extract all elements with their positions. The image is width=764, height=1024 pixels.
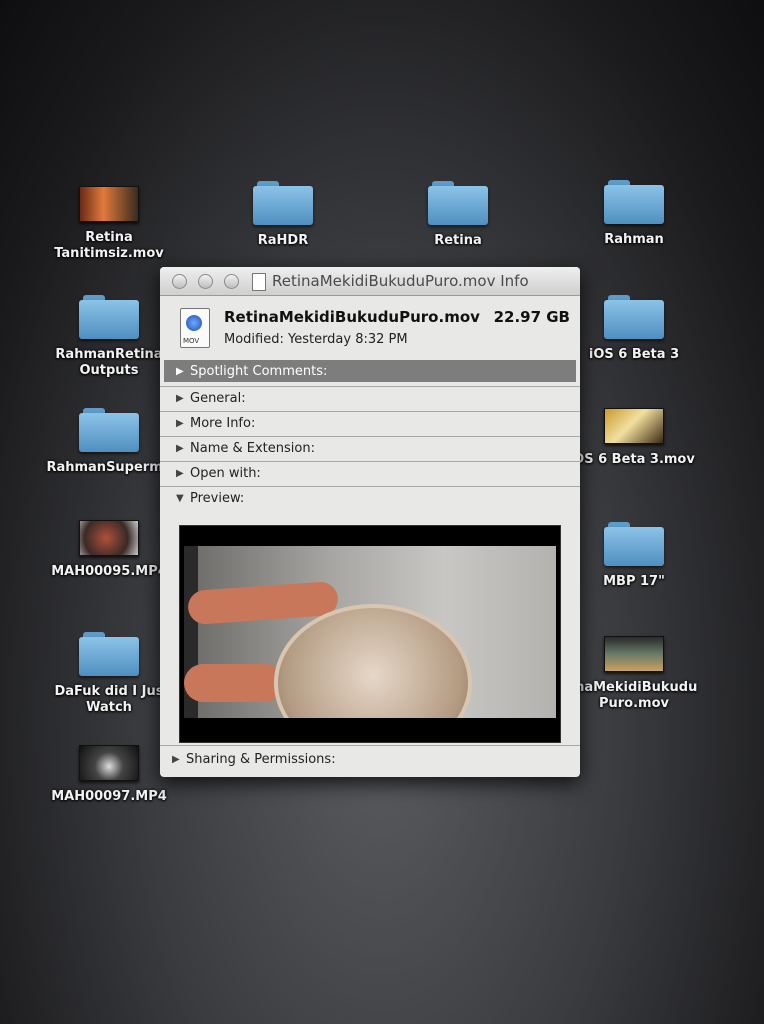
movie-thumbnail-icon (79, 520, 139, 556)
section-general[interactable]: ▶ General: (160, 387, 580, 412)
section-more-info[interactable]: ▶ More Info: (160, 412, 580, 437)
file-size: 22.97 GB (493, 308, 570, 326)
section-label: More Info: (190, 416, 256, 431)
file-header: MOV RetinaMekidiBukuduPuro.mov 22.97 GB … (160, 296, 580, 360)
folder-icon (79, 632, 139, 676)
desktop-icon-ios6-beta3[interactable]: iOS 6 Beta 3 (569, 295, 699, 363)
desktop-icon-retina[interactable]: Retina (393, 181, 523, 249)
desktop-icon-mah00095[interactable]: MAH00095.MP4 (44, 520, 174, 580)
desktop-icon-mah00097[interactable]: MAH00097.MP4 (44, 745, 174, 805)
file-icon-ext: MOV (183, 337, 200, 345)
document-icon (252, 273, 266, 291)
desktop-icon-dafuk[interactable]: DaFuk did I Jus Watch (44, 632, 174, 716)
desktop-icon-rahmansuperma[interactable]: RahmanSuperma (44, 408, 174, 476)
movie-thumbnail-icon (79, 186, 139, 222)
desktop-icon-rahmanretina-outputs[interactable]: RahmanRetina Outputs (44, 295, 174, 379)
movie-thumbnail-icon (604, 408, 664, 444)
desktop-icon-mbp17[interactable]: MBP 17" (569, 522, 699, 590)
info-window: RetinaMekidiBukuduPuro.mov Info MOV Reti… (160, 267, 580, 777)
desktop-icon-label: MBP 17" (603, 574, 665, 589)
desktop-icon-label: RahmanSuperma (46, 460, 172, 475)
desktop-icon-ios6-beta3-mov[interactable]: OS 6 Beta 3.mov (569, 408, 699, 468)
disclosure-right-icon: ▶ (176, 443, 184, 454)
section-name-extension[interactable]: ▶ Name & Extension: (160, 437, 580, 462)
disclosure-right-icon: ▶ (176, 418, 184, 429)
section-label: Open with: (190, 466, 261, 481)
desktop-icon-label: RahmanRetina Outputs (55, 347, 163, 378)
disclosure-right-icon: ▶ (176, 366, 184, 377)
window-title: RetinaMekidiBukuduPuro.mov Info (272, 272, 529, 290)
section-label: General: (190, 391, 246, 406)
folder-icon (253, 181, 313, 225)
folder-icon (604, 522, 664, 566)
section-label: Sharing & Permissions: (186, 752, 336, 767)
close-button[interactable] (172, 274, 187, 289)
zoom-button[interactable] (224, 274, 239, 289)
disclosure-right-icon: ▶ (176, 393, 184, 404)
folder-icon (79, 295, 139, 339)
desktop-icon-label: Rahman (604, 232, 664, 247)
section-spotlight-comments[interactable]: ▶ Spotlight Comments: (164, 360, 576, 382)
preview-player[interactable] (179, 525, 561, 743)
section-label: Spotlight Comments: (190, 364, 328, 379)
section-label: Preview: (190, 491, 245, 506)
desktop-icon-retinamekidi-mov[interactable]: inaMekidiBukudu Puro.mov (569, 636, 699, 712)
folder-icon (79, 408, 139, 452)
desktop-icon-label: RaHDR (257, 233, 309, 248)
disclosure-right-icon: ▶ (172, 754, 180, 765)
preview-video-frame (184, 546, 556, 718)
desktop-icon-label: DaFuk did I Jus Watch (54, 684, 164, 715)
disclosure-right-icon: ▶ (176, 468, 184, 479)
desktop-icon-label: MAH00097.MP4 (51, 789, 167, 804)
file-modified: Modified: Yesterday 8:32 PM (224, 332, 408, 347)
folder-icon (604, 295, 664, 339)
folder-icon (604, 180, 664, 224)
desktop-icon-label: iOS 6 Beta 3 (588, 347, 680, 362)
desktop-icon-rahman[interactable]: Rahman (569, 180, 699, 248)
section-preview[interactable]: ▼ Preview: (160, 487, 580, 511)
desktop-icon-rahdr[interactable]: RaHDR (218, 181, 348, 249)
section-sharing-permissions[interactable]: ▶ Sharing & Permissions: (160, 745, 580, 774)
desktop-icon-label: Retina Tanitimsiz.mov (54, 230, 164, 261)
disclosure-down-icon: ▼ (176, 493, 184, 504)
desktop-icon-retina-tanitimsiz[interactable]: Retina Tanitimsiz.mov (44, 186, 174, 262)
file-name: RetinaMekidiBukuduPuro.mov (224, 308, 480, 326)
window-titlebar[interactable]: RetinaMekidiBukuduPuro.mov Info (160, 267, 580, 296)
desktop-icon-label: MAH00095.MP4 (51, 564, 167, 579)
section-label: Name & Extension: (190, 441, 315, 456)
minimize-button[interactable] (198, 274, 213, 289)
section-open-with[interactable]: ▶ Open with: (160, 462, 580, 487)
desktop-icon-label: Retina (434, 233, 482, 248)
folder-icon (428, 181, 488, 225)
desktop-icon-label: inaMekidiBukudu Puro.mov (570, 680, 698, 711)
movie-thumbnail-icon (79, 745, 139, 781)
desktop-icon-label: OS 6 Beta 3.mov (573, 452, 695, 467)
movie-thumbnail-icon (604, 636, 664, 672)
movie-file-icon: MOV (180, 308, 210, 348)
